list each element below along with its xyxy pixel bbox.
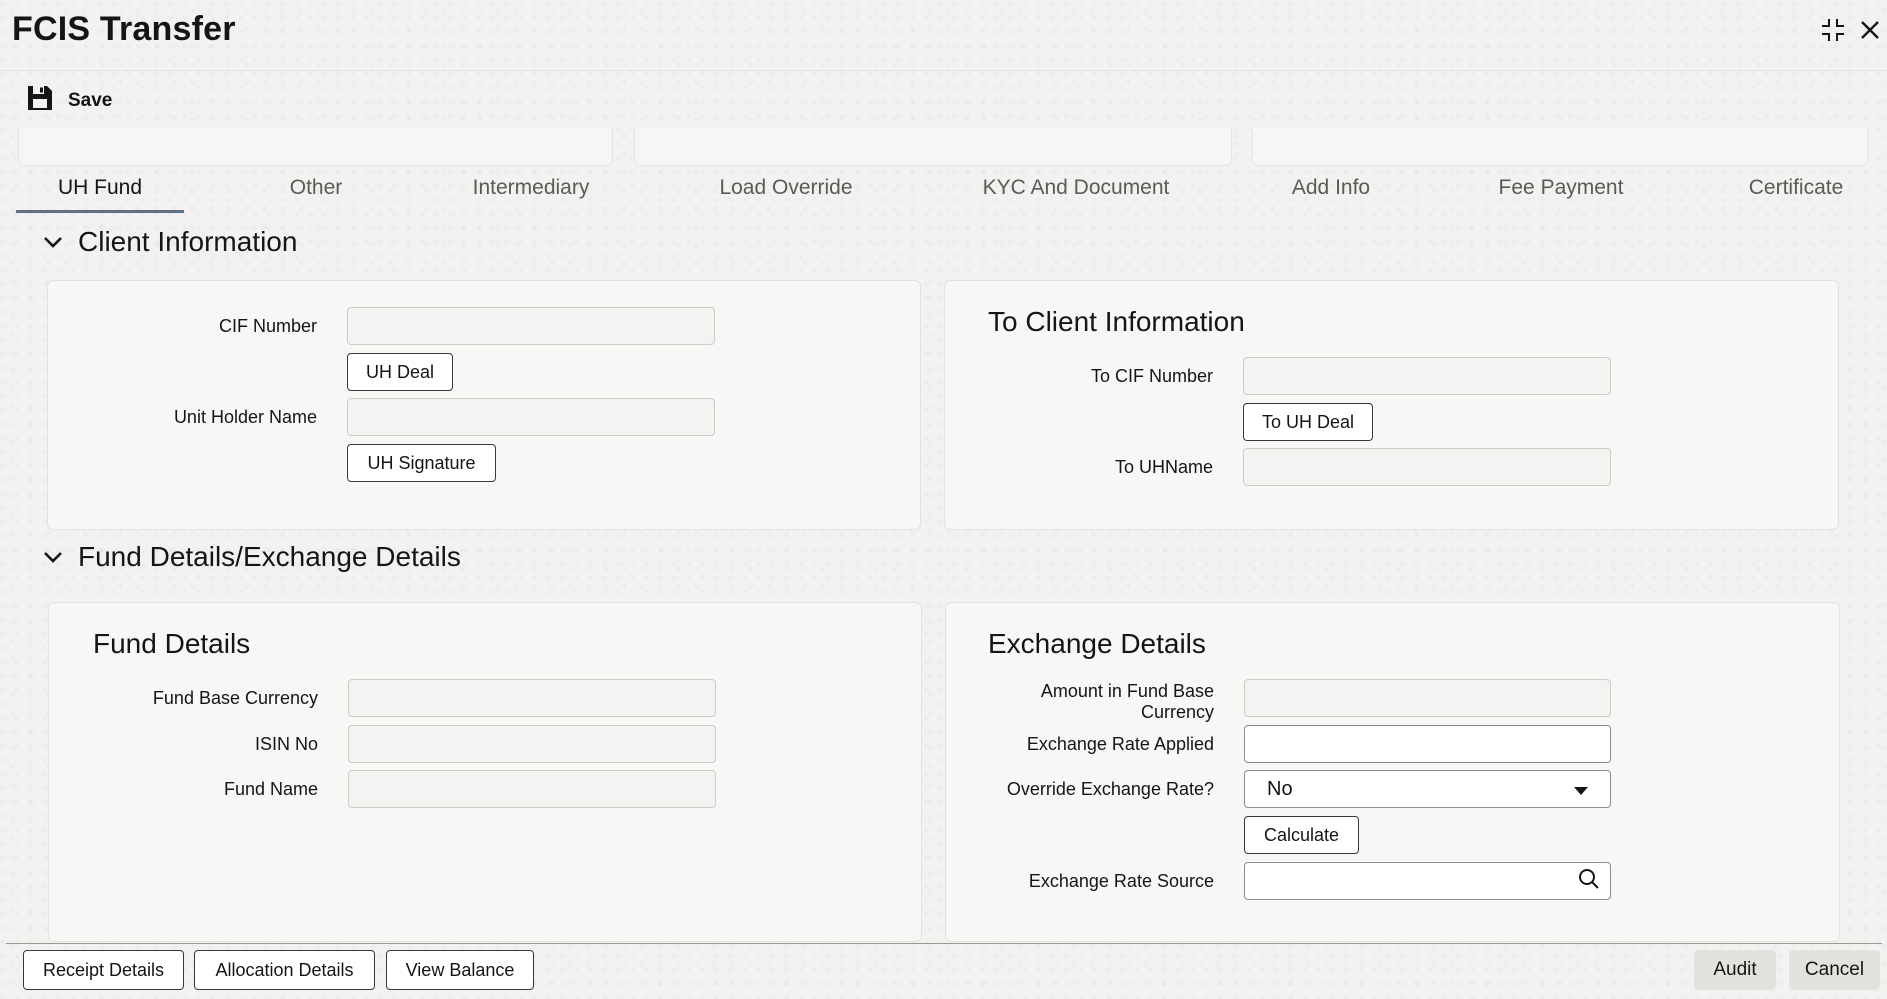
tab-certificate[interactable]: Certificate [1716,168,1876,216]
tab-other[interactable]: Other [246,168,386,216]
uh-signature-button[interactable]: UH Signature [347,444,496,482]
to-cif-number-input[interactable] [1243,357,1611,395]
fund-name-input[interactable] [348,770,716,808]
override-exchange-rate-select[interactable]: No [1244,770,1611,808]
floppy-disk-icon [26,84,54,118]
isin-no-input[interactable] [348,725,716,763]
caret-down-icon [1574,778,1588,801]
minimize-icon[interactable] [1817,14,1849,46]
header-panel-1 [18,128,613,166]
footer-divider [6,943,1882,944]
amount-fund-base-currency-label: Amount in Fund Base Currency [1040,681,1214,722]
tab-bar: UH Fund Other Intermediary Load Override… [16,168,1874,216]
to-cif-number-label: To CIF Number [1090,366,1213,386]
view-balance-button[interactable]: View Balance [386,950,534,990]
fund-details-title: Fund Details [93,628,251,659]
search-icon[interactable] [1578,868,1600,895]
to-uh-name-label: To UHName [1114,457,1213,477]
override-exchange-rate-label: Override Exchange Rate? [1006,779,1214,799]
calculate-button[interactable]: Calculate [1244,816,1359,854]
exchange-rate-source-input[interactable] [1244,862,1611,900]
uh-deal-button[interactable]: UH Deal [347,353,453,391]
override-exchange-rate-value: No [1267,777,1293,800]
fund-base-currency-label: Fund Base Currency [152,688,318,708]
exchange-rate-source-label: Exchange Rate Source [1028,871,1214,891]
cif-number-input[interactable] [347,307,715,345]
tab-kyc-and-document[interactable]: KYC And Document [951,168,1201,216]
allocation-details-button[interactable]: Allocation Details [194,950,375,990]
window-title: FCIS Transfer [12,10,236,48]
fund-exchange-details-toggle[interactable]: Fund Details/Exchange Details [40,537,461,577]
client-information-toggle[interactable]: Client Information [40,222,297,262]
fund-name-label: Fund Name [223,779,318,799]
chevron-down-icon [40,229,66,255]
header-panel-3 [1252,128,1868,166]
isin-no-label: ISIN No [254,734,318,754]
tab-add-info[interactable]: Add Info [1256,168,1406,216]
tab-uh-fund[interactable]: UH Fund [16,168,184,216]
header-panel-2 [634,128,1232,166]
cif-number-label: CIF Number [218,316,317,336]
tab-load-override[interactable]: Load Override [686,168,886,216]
tab-fee-payment[interactable]: Fee Payment [1471,168,1651,216]
fund-base-currency-input[interactable] [348,679,716,717]
title-divider [0,70,1887,71]
client-information-header: Client Information [78,226,298,257]
save-label: Save [68,90,113,111]
unit-holder-name-input[interactable] [347,398,715,436]
exchange-details-title: Exchange Details [988,628,1206,659]
close-icon[interactable] [1854,14,1886,46]
chevron-down-icon [40,544,66,570]
to-uh-deal-button[interactable]: To UH Deal [1243,403,1373,441]
receipt-details-button[interactable]: Receipt Details [23,950,184,990]
fund-exchange-details-header: Fund Details/Exchange Details [78,541,461,572]
tab-intermediary[interactable]: Intermediary [436,168,626,216]
unit-holder-name-label: Unit Holder Name [173,407,317,427]
audit-button[interactable]: Audit [1694,950,1776,990]
amount-fund-base-currency-input[interactable] [1244,679,1611,717]
to-client-info-title: To Client Information [988,306,1245,337]
to-uh-name-input[interactable] [1243,448,1611,486]
save-button[interactable]: Save [26,84,112,118]
cancel-button[interactable]: Cancel [1789,950,1880,990]
page: FCIS Transfer Save UH Fund Other Interme… [0,0,1887,999]
exchange-rate-applied-label: Exchange Rate Applied [1026,734,1214,754]
exchange-rate-applied-input[interactable] [1244,725,1611,763]
